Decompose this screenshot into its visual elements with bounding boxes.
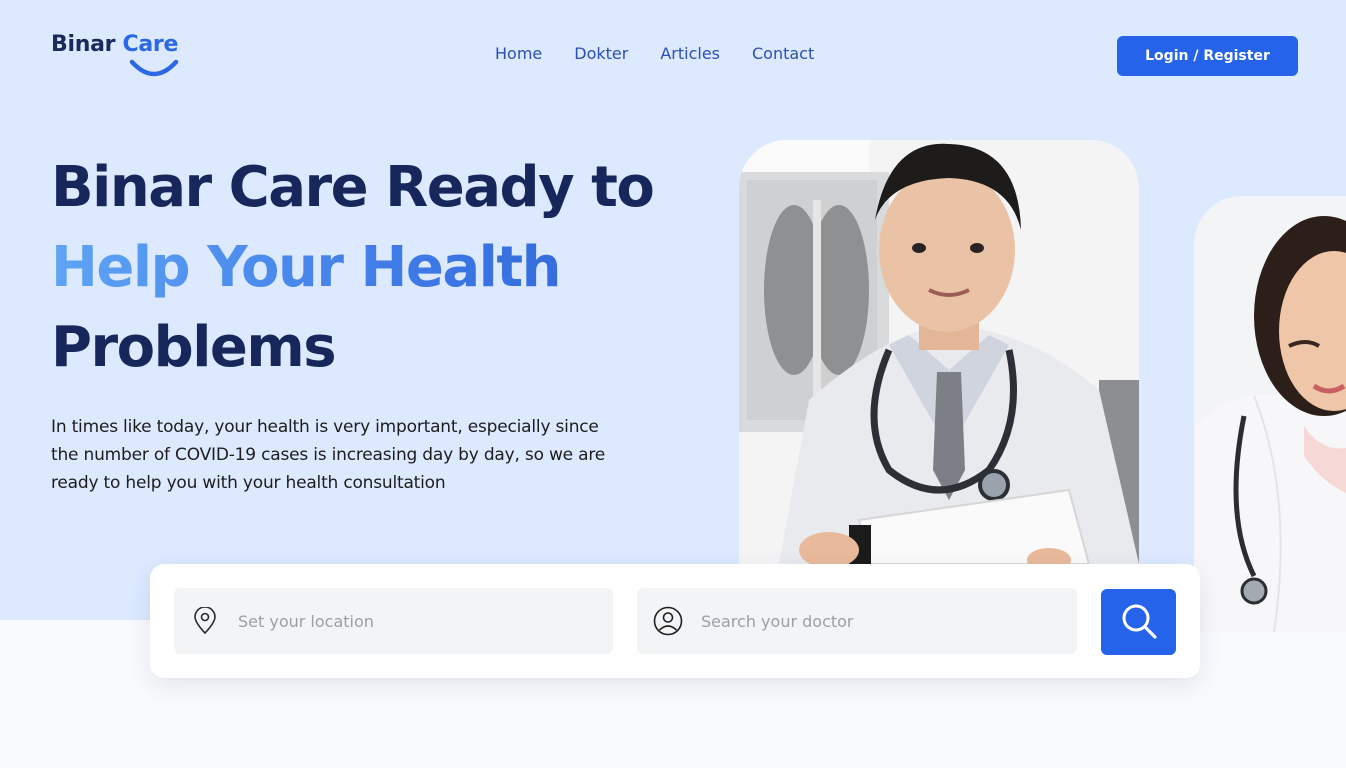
brand-name-part1: Binar [51, 32, 116, 57]
search-button[interactable] [1101, 589, 1176, 655]
hero-headline: Binar Care Ready to Help Your Health Pro… [51, 148, 731, 388]
brand-name: Binar Care [51, 32, 191, 57]
nav-item-contact[interactable]: Contact [752, 44, 814, 63]
doctor-search-input[interactable] [699, 600, 1063, 642]
search-icon [1120, 602, 1158, 643]
nav-item-articles[interactable]: Articles [660, 44, 720, 63]
location-pin-icon [190, 606, 220, 636]
user-circle-icon [653, 606, 683, 636]
doctor-search-field[interactable] [637, 588, 1077, 654]
location-input[interactable] [236, 600, 600, 642]
main-nav: Home Dokter Articles Contact [495, 44, 846, 63]
brand-name-part2: Care [122, 32, 179, 57]
doctor-photo-secondary [1194, 196, 1346, 632]
login-register-button[interactable]: Login / Register [1117, 36, 1298, 76]
nav-item-dokter[interactable]: Dokter [574, 44, 628, 63]
location-field[interactable] [174, 588, 613, 654]
hero-title-line-2: Help Your Health [51, 228, 731, 308]
hero-description: In times like today, your health is very… [51, 417, 606, 493]
hero-title-line-3: Problems [51, 315, 337, 380]
doctor-photo [739, 140, 1139, 564]
brand-logo[interactable]: Binar Care [51, 32, 191, 82]
smile-icon [129, 59, 179, 77]
nav-item-home[interactable]: Home [495, 44, 542, 63]
search-panel [150, 564, 1200, 678]
hero-title-line-1: Binar Care Ready to [51, 155, 655, 220]
